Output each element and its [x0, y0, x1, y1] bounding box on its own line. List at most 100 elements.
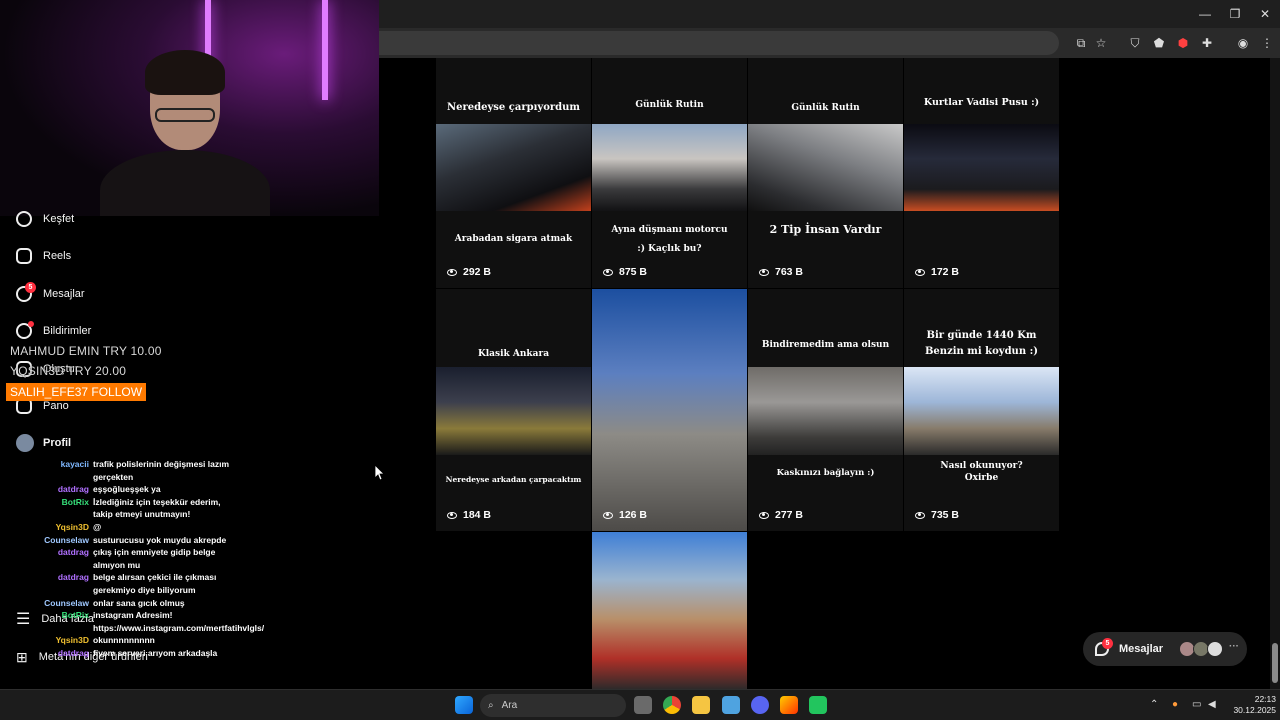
chat-message: BotRix İzlediğiniz için teşekkür ederim, …	[30, 496, 240, 521]
reel-tile[interactable]: Bir günde 1440 Km Benzin mi koydun :) Na…	[904, 289, 1059, 531]
address-bar[interactable]	[379, 31, 1059, 55]
reel-tile[interactable]: 126 B	[592, 289, 747, 531]
neon-light	[322, 0, 328, 100]
sidebar-item-reels[interactable]: Reels	[16, 245, 71, 267]
chat-text: fivem serveri arıyom arkadaşla	[93, 647, 218, 658]
volume-icon[interactable]: ◀	[1208, 699, 1216, 710]
reel-thumbnail	[904, 367, 1059, 455]
taskbar-search[interactable]: ⌕ Ara	[480, 694, 626, 717]
browser-titlebar: — ❐ ✕	[379, 0, 1280, 28]
chat-message: datdrag belge alırsan çekici ile çıkması …	[30, 571, 240, 596]
app-icon[interactable]	[809, 696, 827, 714]
sidebar-item-profile[interactable]: Profil	[16, 432, 71, 454]
streamer-hair	[145, 50, 225, 95]
chat-text: susturucusu yok muydu akrepde	[93, 534, 227, 545]
tray-overflow-icon[interactable]: ⌃	[1150, 699, 1158, 710]
adblock-extension-icon[interactable]: ⬢	[1174, 34, 1192, 52]
stream-chat: kayacii trafik polislerinin değişmesi laz…	[30, 458, 265, 660]
eye-icon	[603, 511, 613, 519]
avatar	[1207, 641, 1223, 657]
reel-top-title: Bir günde 1440 Km Benzin mi koydun :)	[924, 330, 1039, 357]
view-count: 875 B	[603, 266, 647, 278]
eye-icon	[915, 511, 925, 519]
sidebar-item-messages[interactable]: 5 Mesajlar	[16, 282, 85, 305]
chat-username: datdrag	[57, 572, 89, 583]
unread-badge: 5	[25, 282, 36, 293]
reel-tile[interactable]	[592, 532, 747, 690]
install-app-icon[interactable]: ⧉	[1072, 34, 1090, 52]
reel-thumbnail	[436, 124, 591, 211]
messages-label: Mesajlar	[1119, 643, 1164, 655]
view-count: 292 B	[447, 266, 491, 278]
view-count: 184 B	[447, 509, 491, 521]
sidebar-item-notifications[interactable]: Bildirimler	[16, 320, 91, 342]
chat-message: BotRix instagram Adresim! https://www.ins…	[30, 609, 265, 634]
streamer-glasses	[155, 108, 215, 122]
chat-message: datdrag çıkış için emniyete gidip belge a…	[30, 546, 240, 571]
grid-icon: ⊞	[16, 648, 28, 665]
chat-text: eşşoğlueşşek ya	[93, 484, 161, 495]
chat-message: datdrag eşşoğlueşşek ya	[30, 483, 240, 496]
maximize-button[interactable]: ❐	[1220, 0, 1250, 28]
minimize-button[interactable]: —	[1190, 0, 1220, 28]
reel-thumbnail	[436, 367, 591, 455]
reel-tile[interactable]: Bindiremedim ama olsun Kaskınızı bağlayı…	[748, 289, 903, 531]
discord-icon[interactable]	[751, 696, 769, 714]
reel-bottom-title: Neredeyse arkadan çarpacaktım	[445, 475, 582, 484]
reel-tile[interactable]: Kurtlar Vadisi Pusu :) 172 B	[904, 58, 1059, 288]
scrollbar-thumb[interactable]	[1272, 643, 1278, 683]
chat-username: Counselaw	[44, 534, 89, 545]
view-count: 126 B	[603, 509, 647, 521]
view-count: 277 B	[759, 509, 803, 521]
app-icon[interactable]	[780, 696, 798, 714]
heart-icon	[16, 321, 34, 339]
vpn-extension-icon[interactable]: ⬟	[1150, 34, 1168, 52]
shield-extension-icon[interactable]: ⛉	[1126, 34, 1144, 52]
reel-thumbnail	[904, 124, 1059, 211]
reel-top-title: Neredeyse çarpıyordum	[447, 102, 580, 113]
reel-bottom-title: Ayna düşmanı motorcu :) Kaçlık bu?	[611, 225, 728, 254]
sidebar-item-label: Profil	[43, 437, 72, 449]
app-icon[interactable]	[722, 696, 740, 714]
sidebar-item-explore[interactable]: Keşfet	[16, 208, 74, 230]
view-count: 172 B	[915, 266, 959, 278]
unread-badge: 5	[1102, 638, 1113, 649]
reel-tile[interactable]: Klasik Ankara Neredeyse arkadan çarpacak…	[436, 289, 591, 531]
messenger-icon: 5	[1095, 638, 1113, 656]
sidebar-item-label: Mesajlar	[43, 288, 85, 300]
chat-message: datdrag fivem serveri arıyom arkadaşla	[30, 647, 240, 660]
task-view-icon[interactable]	[634, 696, 652, 714]
avatar	[16, 434, 34, 452]
chat-message: Yqsin3D @	[30, 521, 240, 534]
windows-taskbar: ⌕ Ara ⌃ ● ▭ ◀ 22:13 30.12.2025	[0, 689, 1280, 720]
webcam-overlay	[0, 0, 379, 216]
file-explorer-icon[interactable]	[692, 696, 710, 714]
windows-start-icon[interactable]	[455, 696, 473, 714]
close-button[interactable]: ✕	[1250, 0, 1280, 28]
chat-text: @	[93, 521, 102, 532]
system-clock[interactable]: 22:13 30.12.2025	[1226, 694, 1276, 716]
eye-icon	[759, 268, 769, 276]
view-count: 735 B	[915, 509, 959, 521]
reel-tile[interactable]: Günlük Rutin Ayna düşmanı motorcu :) Kaç…	[592, 58, 747, 288]
extensions-puzzle-icon[interactable]: ✚	[1198, 34, 1216, 52]
microphone-icon[interactable]: ●	[1172, 699, 1178, 710]
chat-text: İzlediğiniz için teşekkür ederim, takip …	[93, 496, 221, 520]
chat-text: belge alırsan çekici ile çıkması gerekmi…	[93, 572, 217, 595]
profile-icon[interactable]: ◉	[1234, 34, 1252, 52]
browser-toolbar	[379, 28, 1280, 58]
search-placeholder: Ara	[501, 700, 518, 711]
chrome-icon[interactable]	[663, 696, 681, 714]
chat-text: onlar sana gıcık olmuş	[93, 597, 185, 608]
browser-menu-icon[interactable]: ⋮	[1258, 34, 1276, 52]
page-scrollbar[interactable]	[1270, 58, 1280, 690]
network-icon[interactable]: ▭	[1192, 699, 1201, 710]
reels-icon	[16, 248, 32, 264]
chat-message: kayacii trafik polislerinin değişmesi laz…	[30, 458, 240, 483]
reel-top-title: Kurtlar Vadisi Pusu :)	[923, 97, 1040, 108]
reel-tile[interactable]: Günlük Rutin 2 Tip İnsan Vardır 763 B	[748, 58, 903, 288]
reel-tile[interactable]: Neredeyse çarpıyordum Arabadan sigara at…	[436, 58, 591, 288]
chat-username: datdrag	[57, 647, 89, 658]
bookmark-star-icon[interactable]: ☆	[1092, 34, 1110, 52]
messages-pill-button[interactable]: 5 Mesajlar ···	[1083, 632, 1247, 666]
